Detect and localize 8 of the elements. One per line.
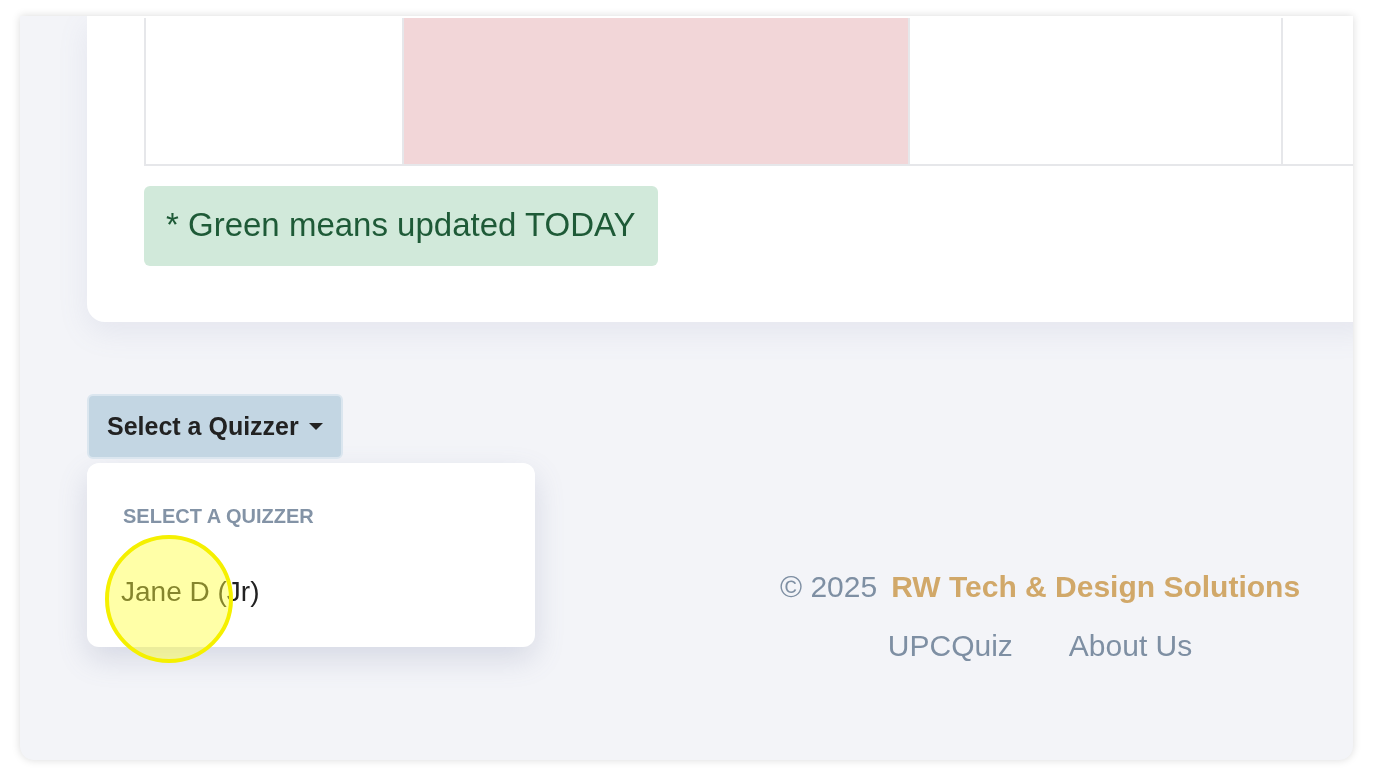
quizzer-dropdown-button[interactable]: Select a Quizzer [87, 393, 343, 459]
menu-header: SELECT A QUIZZER [122, 504, 315, 529]
footer-link[interactable]: UPCQuiz [887, 628, 1013, 662]
company-name: RW Tech & Design Solutions [891, 569, 1301, 603]
notice-alert: * Green means updated TODAY [144, 186, 658, 266]
copyright-text: © 2025 [780, 569, 878, 603]
footer-link[interactable]: About Us [1068, 628, 1193, 662]
caret-icon [308, 422, 323, 430]
